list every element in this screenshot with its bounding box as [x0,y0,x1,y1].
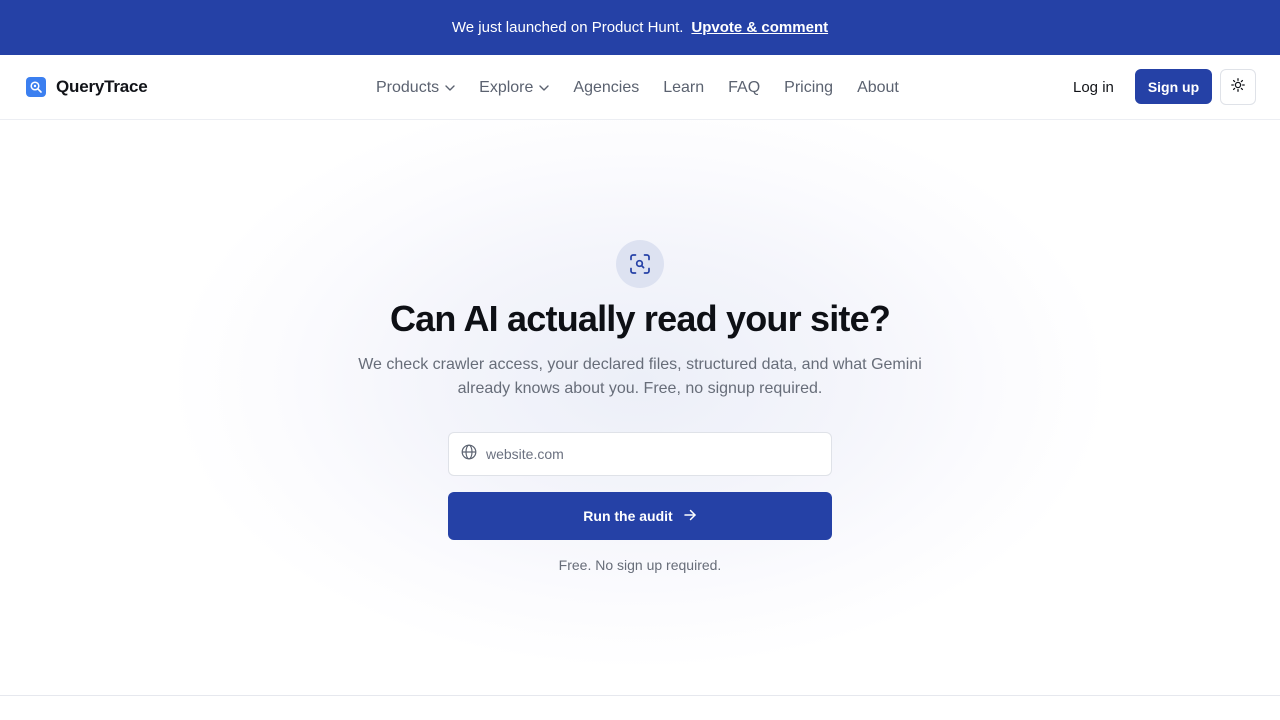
login-link[interactable]: Log in [1073,79,1114,96]
chevron-down-icon [539,84,550,91]
scan-search-icon [616,240,664,288]
nav-item-label: Pricing [784,78,834,96]
nav-item-about[interactable]: About [857,79,899,97]
theme-toggle-button[interactable] [1220,69,1256,105]
nav-item-label: Agencies [573,78,640,96]
logo[interactable]: QueryTrace [26,77,148,97]
chevron-down-icon [445,84,455,91]
nav-item-label: About [857,78,899,96]
nav-item-products[interactable]: Products [376,79,455,97]
arrow-right-icon [683,508,697,525]
nav-item-label: Learn [663,78,705,96]
announcement-bar: We just launched on Product Hunt. Upvote… [0,0,1280,55]
nav-item-pricing[interactable]: Pricing [784,79,833,97]
hero-section: Can AI actually read your site? We check… [0,120,1280,696]
main-nav: Products Explore Agencies Learn FAQ Pric… [376,55,899,120]
free-note: Free. No sign up required. [558,557,722,573]
nav-item-explore[interactable]: Explore [479,78,550,97]
signup-button[interactable]: Sign up [1135,69,1212,104]
nav-item-label: FAQ [728,78,761,96]
nav-item-faq[interactable]: FAQ [728,79,760,97]
website-input-field[interactable] [448,432,832,476]
run-audit-label: Run the audit [583,508,673,524]
upvote-link[interactable]: Upvote & comment [691,19,828,36]
hero-subtitle: We check crawler access, your declared f… [358,356,922,397]
run-audit-button[interactable]: Run the audit [448,492,832,540]
sun-icon [1231,77,1245,97]
announcement-text: We just launched on Product Hunt. [451,19,684,36]
globe-icon [461,444,477,465]
website-input[interactable] [486,446,806,462]
navbar: QueryTrace Products Explore Agencies Lea… [0,55,1280,120]
nav-item-learn[interactable]: Learn [663,79,704,97]
hero-title: Can AI actually read your site? [389,298,891,339]
nav-item-agencies[interactable]: Agencies [573,79,639,97]
nav-item-label: Explore [479,78,534,96]
nav-item-label: Products [376,78,440,96]
brand-name: QueryTrace [56,77,148,96]
logo-icon [26,77,46,97]
